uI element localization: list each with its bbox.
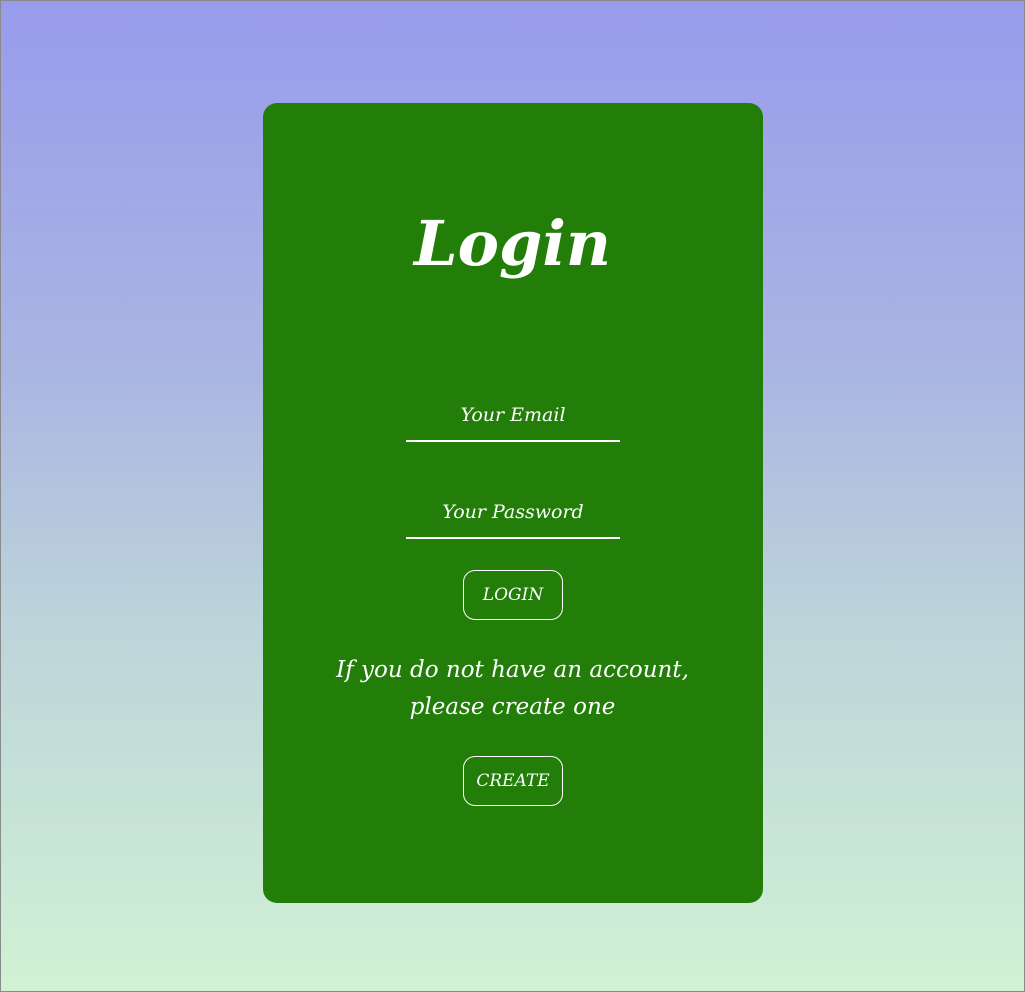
page-title: Login [414, 207, 611, 280]
email-input[interactable] [406, 390, 620, 442]
password-input[interactable] [406, 487, 620, 539]
signup-hint-line-2: please create one [409, 694, 616, 720]
email-field-container [406, 390, 620, 442]
signup-hint-line-1: If you do not have an account, [336, 657, 689, 683]
login-button[interactable]: LOGIN [463, 570, 563, 620]
password-field-container [406, 487, 620, 539]
signup-hint: If you do not have an account, please cr… [0, 652, 1025, 726]
create-account-button[interactable]: CREATE [463, 756, 563, 806]
